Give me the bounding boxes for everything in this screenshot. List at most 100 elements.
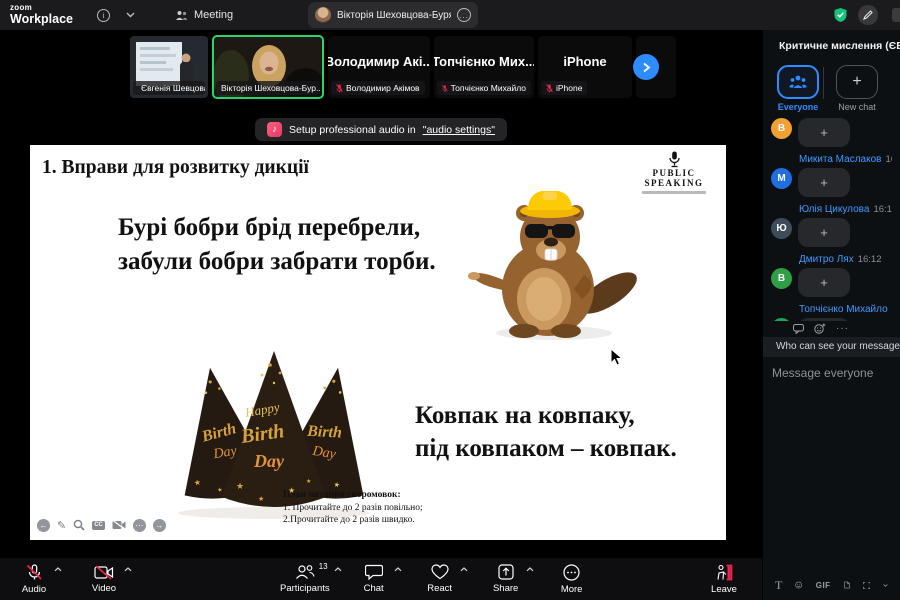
participants-count-badge: 13 — [318, 562, 328, 571]
more-button[interactable]: More — [550, 558, 594, 600]
sender-name[interactable]: Дмитро Лях — [799, 254, 854, 265]
more-options-icon[interactable]: ⋯ — [132, 518, 146, 532]
participants-options-chevron[interactable] — [334, 567, 342, 572]
participant-name-label: Вікторія Шеховцова-Бур... — [216, 81, 320, 95]
annotate-pencil-icon[interactable] — [858, 5, 878, 25]
avatar — [315, 7, 331, 23]
avatar[interactable]: В — [771, 118, 792, 139]
share-label: Share — [492, 583, 519, 594]
participants-label: Participants — [280, 583, 330, 594]
next-slide-icon[interactable]: → — [152, 518, 166, 532]
tab-meeting-label: Meeting — [194, 9, 234, 21]
video-thumbnail-topchiienko[interactable]: Топчієнко Мих... Топчієнко Михайло — [434, 36, 534, 98]
chat-message-group: Топчієнко Михайло16:12 Т + — [771, 303, 892, 321]
sender-name[interactable]: Юлія Цикулова — [799, 204, 869, 215]
chat-input[interactable]: Message everyone — [763, 357, 900, 571]
chat-options-chevron[interactable] — [394, 567, 402, 572]
chat-button[interactable]: Chat — [352, 558, 402, 600]
video-thumbnail-iphone[interactable]: iPhone iPhone — [538, 36, 632, 98]
chat-message-bubble[interactable]: + — [798, 218, 850, 247]
chat-message-bubble[interactable]: + — [798, 118, 850, 147]
attach-file-icon[interactable] — [843, 579, 850, 591]
info-icon[interactable]: i — [97, 8, 110, 22]
react-options-chevron[interactable] — [460, 567, 468, 572]
chat-sidebar: Критичне мислення (ЄВІ: п Ev — [762, 30, 900, 600]
tab-options-icon[interactable]: ... — [457, 8, 471, 22]
presentation-slide: 1. Вправи для розвитку дикції PUBLIC SPE… — [30, 145, 726, 540]
chat-message-list[interactable]: В + Микита Маслаков 16:12 М + Юлія Цикуло… — [763, 112, 900, 321]
svg-text:Day: Day — [253, 451, 285, 471]
slide-annotation-toolbar: ← ✎ CC ⋯ → — [37, 518, 166, 532]
audio-button[interactable]: Audio — [12, 558, 62, 600]
tab-active-speaker-window[interactable]: Вікторія Шеховцова-Бурянова's ... — [308, 2, 478, 28]
tab-meeting[interactable]: Meeting — [175, 9, 233, 22]
chevron-down-icon[interactable] — [126, 12, 135, 18]
video-thumbnail-volodymyr[interactable]: Володимир Акі... Володимир Акімов — [328, 36, 430, 98]
divider — [823, 67, 824, 99]
heart-icon — [431, 564, 449, 580]
who-can-see-bar[interactable]: Who can see your messages? — [763, 336, 900, 357]
chat-label: Chat — [363, 583, 384, 594]
avatar[interactable]: В — [771, 268, 792, 289]
plus-icon: + — [836, 65, 878, 99]
previous-slide-icon[interactable]: ← — [37, 518, 50, 532]
new-chat-button[interactable]: + New chat — [832, 65, 882, 112]
chat-message-bubble[interactable]: + — [798, 168, 850, 197]
security-shield-icon[interactable] — [833, 7, 848, 23]
everyone-label: Everyone — [777, 102, 819, 112]
next-page-arrow-button[interactable] — [633, 54, 659, 80]
participant-name-label: Володимир Акімов — [331, 81, 425, 95]
svg-text:★: ★ — [306, 478, 311, 485]
avatar[interactable]: Ю — [771, 218, 792, 239]
zoom-app-window: zoom Workplace i Meeting Вікторія Шеховц… — [0, 0, 900, 600]
video-off-icon[interactable] — [112, 520, 126, 530]
chevron-down-icon[interactable] — [883, 583, 888, 588]
muted-mic-icon — [442, 84, 448, 92]
chat-input-toolbar: T GIF — [763, 570, 900, 600]
participant-display-name: Володимир Акі... — [328, 54, 430, 69]
svg-text:Birth: Birth — [306, 423, 343, 442]
video-options-chevron[interactable] — [124, 567, 132, 572]
video-thumbnail-viktoriia-active-speaker[interactable]: Вікторія Шеховцова-Бур... — [212, 35, 324, 99]
slide-title: 1. Вправи для розвитку дикції — [42, 157, 309, 178]
apps-icon-partial[interactable] — [892, 8, 900, 22]
video-button[interactable]: Video — [82, 558, 132, 600]
leave-button[interactable]: Leave — [702, 558, 746, 600]
channel-title: Критичне мислення (ЄВІ: п — [779, 40, 900, 52]
timestamp: 16:12 — [857, 254, 882, 265]
tab-everyone[interactable]: Everyone — [773, 65, 823, 112]
timestamp: 16:12 — [885, 154, 892, 165]
sender-name[interactable]: Микита Маслаков — [799, 154, 881, 165]
zoom-magnifier-icon[interactable] — [73, 519, 85, 531]
share-options-chevron[interactable] — [526, 567, 534, 572]
react-button[interactable]: React — [418, 558, 468, 600]
video-thumbnail-evheniia[interactable]: Євгенія Шевцова — [130, 36, 208, 98]
more-actions-icon[interactable]: ··· — [836, 323, 849, 334]
gif-icon[interactable]: GIF — [816, 581, 831, 590]
mic-muted-icon — [26, 563, 42, 580]
chat-channel-header[interactable]: Критичне мислення (ЄВІ: п — [763, 30, 900, 62]
share-button[interactable]: Share — [484, 558, 534, 600]
sender-name[interactable]: Топчієнко Михайло — [799, 304, 888, 315]
screenshot-icon[interactable] — [862, 580, 871, 591]
everyone-people-icon — [789, 75, 807, 88]
emoji-icon[interactable] — [795, 579, 803, 591]
svg-text:★: ★ — [193, 478, 201, 488]
pen-icon[interactable]: ✎ — [57, 520, 66, 531]
leave-door-icon — [717, 564, 733, 580]
participant-display-name: Топчієнко Мих... — [434, 54, 534, 69]
participants-button[interactable]: Participants 13 — [280, 558, 342, 600]
text-format-icon[interactable]: T — [775, 578, 782, 593]
chat-message-bubble[interactable]: + — [798, 268, 850, 297]
video-label: Video — [91, 582, 117, 594]
closed-captions-icon[interactable]: CC — [92, 520, 105, 530]
audio-options-chevron[interactable] — [54, 567, 62, 572]
svg-text:★: ★ — [236, 481, 244, 491]
chat-message-group: В + — [771, 118, 892, 147]
avatar[interactable]: М — [771, 168, 792, 189]
reading-plan: План читання скоромовок: 1. Прочитайте д… — [283, 490, 423, 525]
banner-text: Setup professional audio in — [289, 123, 416, 136]
audio-settings-link[interactable]: "audio settings" — [423, 124, 495, 136]
add-reaction-icon[interactable] — [814, 323, 826, 334]
quote-reply-icon[interactable] — [793, 323, 804, 334]
